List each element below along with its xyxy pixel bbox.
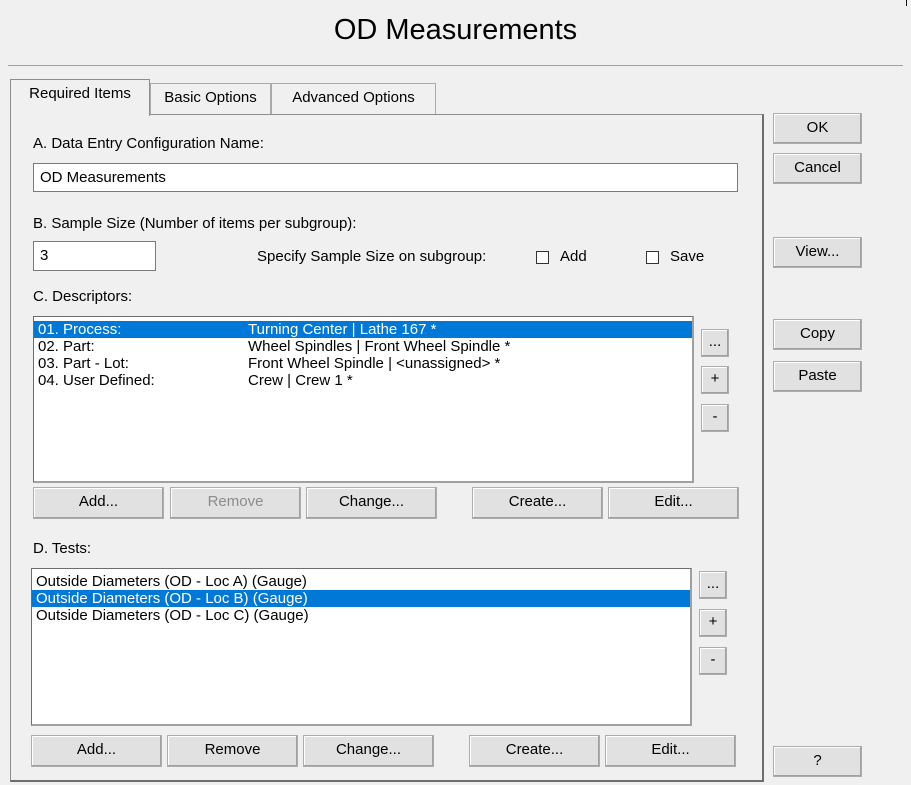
title-divider	[8, 65, 903, 66]
tests-more-button[interactable]: ...	[699, 571, 727, 599]
tests-minus-button[interactable]: -	[699, 647, 727, 675]
descriptors-change-button[interactable]: Change...	[306, 487, 437, 519]
save-checkbox[interactable]	[646, 251, 659, 264]
list-item[interactable]: Outside Diameters (OD - Loc C) (Gauge)	[32, 607, 690, 624]
tab-basic-options[interactable]: Basic Options	[150, 83, 271, 114]
sample-size-label: B. Sample Size (Number of items per subg…	[33, 215, 357, 232]
add-checkbox[interactable]	[536, 251, 549, 264]
sample-size-input[interactable]: 3	[33, 241, 156, 271]
list-item[interactable]: Outside Diameters (OD - Loc A) (Gauge)	[32, 573, 690, 590]
tests-change-button[interactable]: Change...	[303, 735, 434, 767]
config-name-label: A. Data Entry Configuration Name:	[33, 135, 264, 152]
descriptors-edit-button[interactable]: Edit...	[608, 487, 739, 519]
list-item[interactable]: 02. Part: Wheel Spindles | Front Wheel S…	[34, 338, 692, 355]
descriptor-name: 04. User Defined:	[38, 372, 155, 389]
descriptor-value: Wheel Spindles | Front Wheel Spindle *	[248, 338, 511, 355]
tab-required-items[interactable]: Required Items	[10, 79, 150, 116]
dialog-title: OD Measurements	[333, 14, 578, 46]
tests-plus-button[interactable]: +	[699, 609, 727, 637]
descriptors-more-button[interactable]: ...	[701, 329, 729, 357]
descriptors-create-button[interactable]: Create...	[472, 487, 603, 519]
descriptors-list[interactable]: 01. Process: Turning Center | Lathe 167 …	[33, 316, 694, 483]
tab-panel-required-items: A. Data Entry Configuration Name: OD Mea…	[10, 114, 764, 782]
specify-sample-size-label: Specify Sample Size on subgroup:	[257, 248, 487, 265]
descriptor-name: 03. Part - Lot:	[38, 355, 129, 372]
descriptors-label: C. Descriptors:	[33, 288, 133, 305]
descriptor-value: Front Wheel Spindle | <unassigned> *	[248, 355, 501, 372]
descriptors-minus-button[interactable]: -	[701, 404, 729, 432]
ok-button[interactable]: OK	[773, 113, 862, 144]
tab-advanced-options[interactable]: Advanced Options	[271, 83, 436, 114]
list-item[interactable]: Outside Diameters (OD - Loc B) (Gauge)	[32, 590, 690, 607]
descriptors-add-button[interactable]: Add...	[33, 487, 164, 519]
config-name-input[interactable]: OD Measurements	[33, 163, 738, 192]
tests-create-button[interactable]: Create...	[469, 735, 600, 767]
descriptor-name: 01. Process:	[38, 321, 122, 338]
descriptors-plus-button[interactable]: +	[701, 366, 729, 394]
list-item[interactable]: 03. Part - Lot: Front Wheel Spindle | <u…	[34, 355, 692, 372]
tests-list[interactable]: Outside Diameters (OD - Loc A) (Gauge) O…	[31, 568, 692, 726]
descriptor-name: 02. Part:	[38, 338, 95, 355]
descriptor-value: Crew | Crew 1 *	[248, 372, 353, 389]
tests-edit-button[interactable]: Edit...	[605, 735, 736, 767]
copy-button[interactable]: Copy	[773, 319, 862, 350]
save-checkbox-label: Save	[670, 248, 705, 265]
descriptors-remove-button[interactable]: Remove	[170, 487, 301, 519]
window-corner-mark	[906, 0, 911, 6]
tests-label: D. Tests:	[33, 540, 92, 557]
add-checkbox-label: Add	[560, 248, 587, 265]
list-item[interactable]: 01. Process: Turning Center | Lathe 167 …	[34, 321, 692, 338]
paste-button[interactable]: Paste	[773, 361, 862, 392]
help-button[interactable]: ?	[773, 746, 862, 777]
cancel-button[interactable]: Cancel	[773, 153, 862, 184]
tests-remove-button[interactable]: Remove	[167, 735, 298, 767]
list-item[interactable]: 04. User Defined: Crew | Crew 1 *	[34, 372, 692, 389]
descriptor-value: Turning Center | Lathe 167 *	[248, 321, 437, 338]
view-button[interactable]: View...	[773, 237, 862, 268]
tests-add-button[interactable]: Add...	[31, 735, 162, 767]
